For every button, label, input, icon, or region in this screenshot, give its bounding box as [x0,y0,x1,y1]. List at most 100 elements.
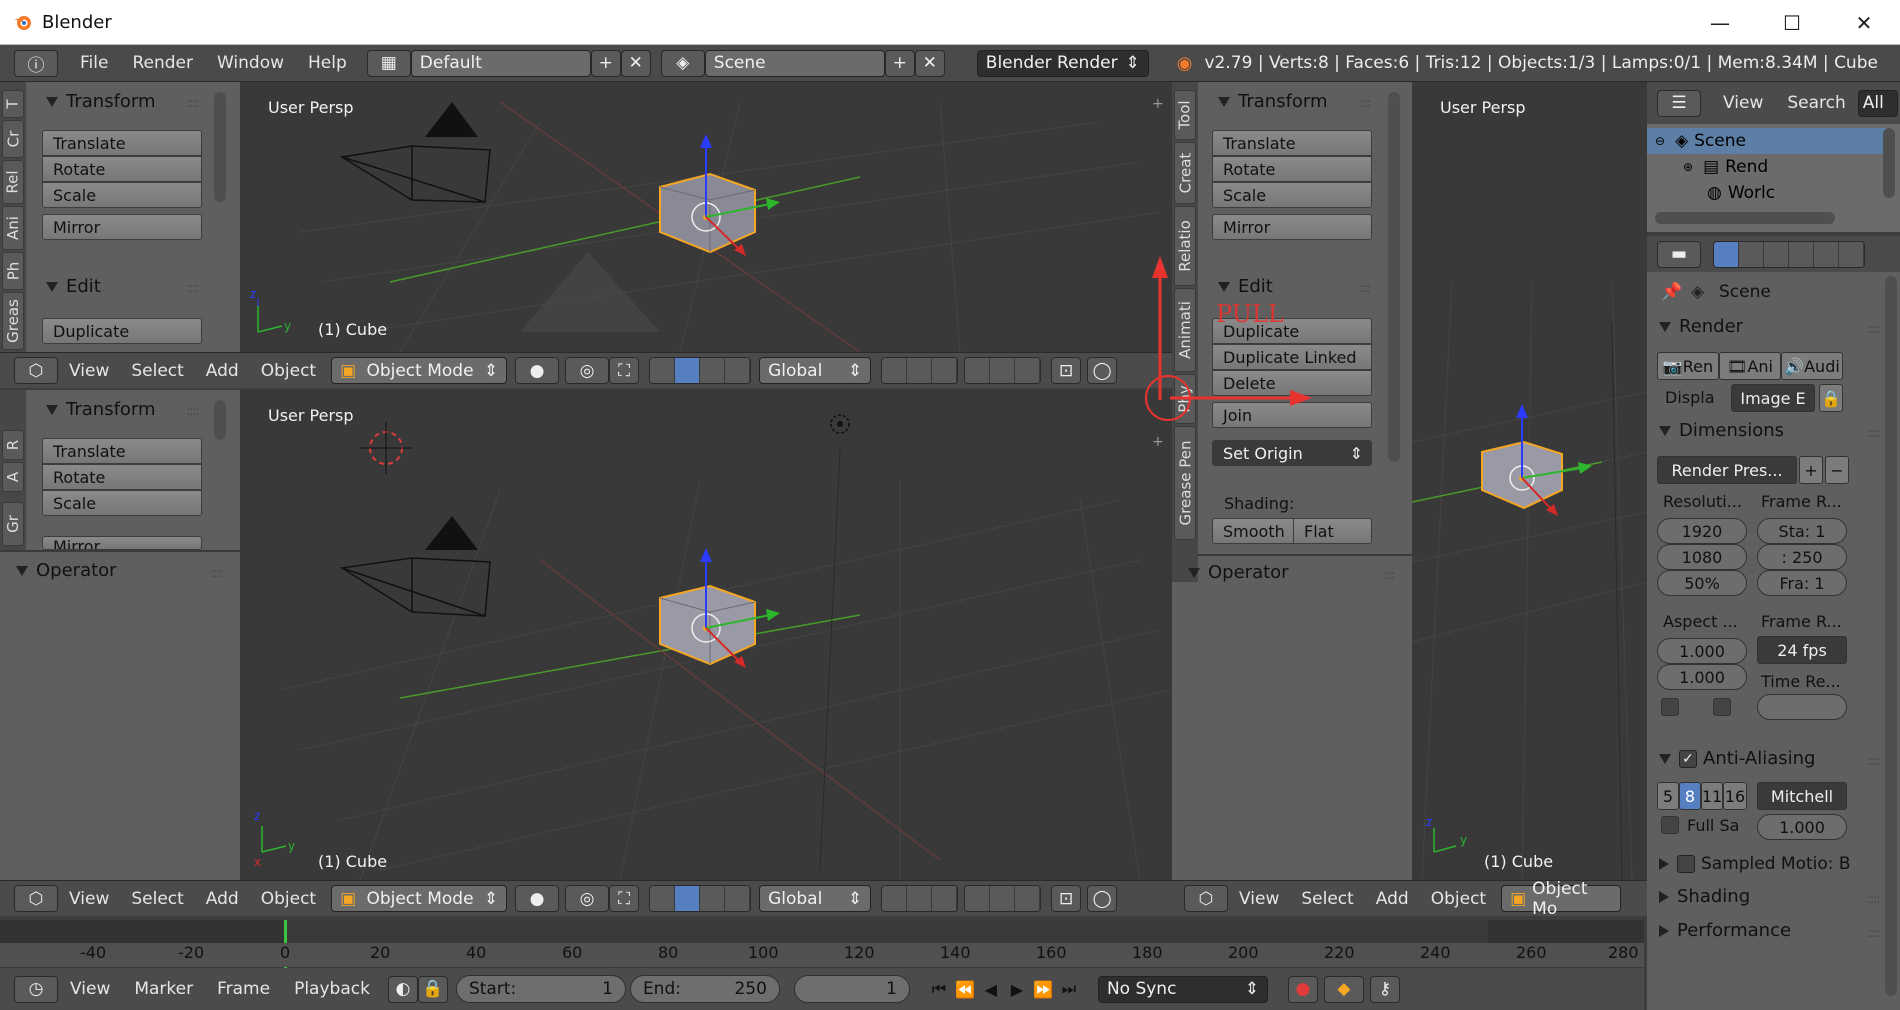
crop-checkbox[interactable] [1713,698,1731,716]
layout-browse-icon[interactable]: ▦ [366,49,411,77]
operator-panel-header[interactable]: Operator [16,560,117,581]
tab-tools[interactable]: Tool [1174,90,1196,140]
menu-object[interactable]: Object [1420,889,1497,909]
pivot-icon[interactable]: ◎ [565,885,610,912]
keyframe-insert-icon[interactable]: ⚷ [1369,975,1400,1003]
full-sample-checkbox[interactable] [1661,816,1679,834]
menu-view[interactable]: View [1711,93,1775,113]
panel-grip-icon[interactable]: :::: [1867,754,1880,768]
scale-button[interactable]: Scale [1212,182,1372,208]
editor-type-icon[interactable]: ▬ [1657,240,1701,268]
editor-type-icon[interactable]: ☰ [1657,89,1701,117]
close-button[interactable]: ✕ [1828,0,1900,45]
tab-create[interactable]: Creat [1174,142,1196,204]
operator-panel-header[interactable]: Operator [1188,562,1289,583]
viewport-bottom[interactable]: zyx User Persp (1) Cube + [240,390,1172,880]
scene-add-icon[interactable]: + [884,49,915,77]
info-editor-type-button[interactable]: ⓘ [14,49,58,77]
record-icon[interactable]: ● [1287,975,1318,1003]
panel-grip-icon[interactable]: :::: [1867,426,1880,440]
anti-aliasing-panel-header[interactable]: ✓ Anti-Aliasing [1659,748,1815,769]
render-engine-dropdown[interactable]: Blender Render ⇕ [976,49,1149,77]
menu-render[interactable]: Render [120,53,205,73]
editor-type-icon[interactable]: ⬡ [1184,885,1228,912]
editor-type-icon[interactable]: ⬡ [14,885,58,912]
jump-end-icon[interactable]: ⏭ [1056,975,1082,1003]
shading-icon[interactable]: ● [515,885,560,912]
sampled-motion-blur-header[interactable]: Sampled Motio: B [1659,854,1851,874]
render-panel-header[interactable]: Render [1659,316,1743,337]
layers-group-a[interactable] [881,885,959,912]
outliner-scrollbar[interactable] [1883,128,1895,198]
preview-range-icon[interactable]: ◐ [387,975,418,1003]
scale-button[interactable]: Scale [42,490,202,516]
menu-add[interactable]: Add [195,361,250,381]
panel-grip-icon[interactable]: :::: [1867,926,1880,940]
menu-view[interactable]: View [1228,889,1290,909]
aspect-y-field[interactable]: 1.000 [1657,664,1747,690]
mode-dropdown[interactable]: ▣ Object Mo [1501,881,1622,916]
add-region-icon[interactable]: + [1152,96,1164,112]
display-mode-dropdown[interactable]: All [1857,89,1898,117]
render-audio-button[interactable]: 🔊 Audi [1781,352,1843,380]
resolution-percent-field[interactable]: 50% [1657,570,1747,596]
pin-icon[interactable]: 📌 [1661,282,1682,302]
menu-view[interactable]: View [58,361,120,381]
context-tabs[interactable] [1713,240,1865,268]
performance-panel-header[interactable]: Performance [1659,920,1791,941]
orientation-dropdown[interactable]: Global ⇕ [759,885,872,912]
tab-animation[interactable]: Ani [2,206,24,250]
aa-samples-8[interactable]: 8 [1679,782,1701,810]
filter-size-field[interactable]: 1.000 [1757,814,1847,840]
lock-layers-icon[interactable]: ⊡ [1051,357,1082,384]
tab-grease-pencil[interactable]: Gr [2,502,24,546]
panel-grip-icon[interactable]: :::: [186,281,199,295]
transform-manipulators[interactable] [649,885,752,912]
translate-button[interactable]: Translate [42,130,202,156]
jump-start-icon[interactable]: ⏮ [926,975,952,1003]
menu-add[interactable]: Add [1365,889,1420,909]
prev-keyframe-icon[interactable]: ⏪ [952,975,978,1003]
panel-grip-icon[interactable]: :::: [1867,322,1880,336]
aa-samples-16[interactable]: 16 [1723,782,1747,810]
play-reverse-icon[interactable]: ◀ [978,975,1004,1003]
layers-group-b[interactable] [964,885,1042,912]
toolshelf-scrollbar[interactable] [214,400,226,440]
aspect-x-field[interactable]: 1.000 [1657,638,1747,664]
menu-add[interactable]: Add [195,889,250,909]
mirror-button[interactable]: Mirror [1212,214,1372,240]
layers-group-b[interactable] [964,357,1042,384]
border-checkbox[interactable] [1661,698,1679,716]
aa-samples-11[interactable]: 11 [1701,782,1723,810]
layout-remove-icon[interactable]: ✕ [620,49,651,77]
panel-grip-icon[interactable]: :::: [186,96,199,110]
next-keyframe-icon[interactable]: ⏩ [1030,975,1056,1003]
aa-samples-5[interactable]: 5 [1657,782,1679,810]
menu-help[interactable]: Help [296,53,359,73]
manipulator-icon[interactable]: ⛶ [609,357,640,384]
duplicate-button[interactable]: Duplicate [42,318,202,344]
orientation-dropdown[interactable]: Global ⇕ [759,357,872,384]
lock-layers-icon[interactable]: ⊡ [1051,885,1082,912]
outliner-row-scene[interactable]: ⊖ ◈ Scene [1647,128,1887,154]
display-dropdown[interactable]: Image E [1731,384,1815,412]
scene-remove-icon[interactable]: ✕ [914,49,945,77]
time-remap-field[interactable] [1757,694,1847,720]
manipulator-icon[interactable]: ⛶ [609,885,640,912]
menu-window[interactable]: Window [205,53,296,73]
scale-button[interactable]: Scale [42,182,202,208]
timeline-ruler[interactable]: -40 -20 0 20 40 60 80 100 120 140 160 18… [0,943,1644,967]
fps-dropdown[interactable]: 24 fps [1757,636,1847,664]
panel-grip-icon[interactable]: :::: [1358,96,1371,110]
editor-type-icon[interactable]: ◷ [14,975,58,1003]
start-frame-field[interactable]: Start: 1 [455,975,626,1003]
keying-set-icon[interactable]: ◆ [1323,975,1364,1003]
menu-file[interactable]: File [68,53,120,73]
scene-browse-icon[interactable]: ◈ [660,49,705,77]
smooth-button[interactable]: Smooth [1212,518,1294,544]
menu-marker[interactable]: Marker [122,979,205,999]
proportional-edit-icon[interactable]: ◯ [1087,357,1118,384]
rotate-button[interactable]: Rotate [42,464,202,490]
mirror-button[interactable]: Mirror [42,214,202,240]
properties-scrollbar[interactable] [1885,276,1897,996]
